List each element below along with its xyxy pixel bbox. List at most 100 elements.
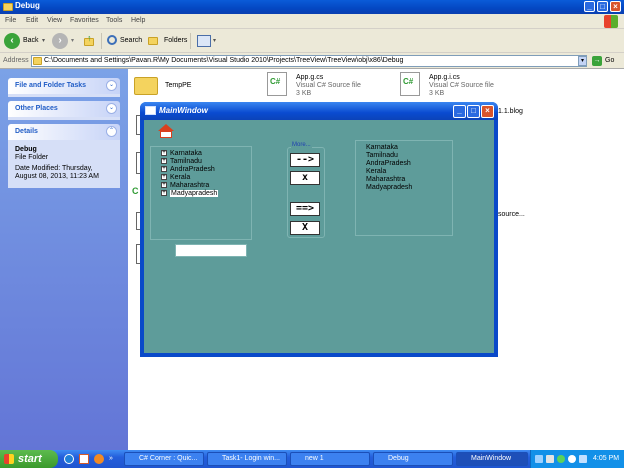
taskbar-button[interactable]: Task1- Login win... [207, 452, 287, 466]
address-label: Address [3, 57, 29, 64]
maximize-button[interactable]: □ [597, 1, 608, 12]
menu-favorites[interactable]: Favorites [70, 17, 99, 24]
tree-item[interactable]: + Kerala [161, 174, 190, 181]
tree-item[interactable]: + Maharashtra [161, 182, 209, 189]
details-type: File Folder [15, 154, 49, 161]
panel-footer [8, 94, 120, 97]
file-size-app-g-i-cs: 3 KB [429, 90, 445, 97]
clock[interactable]: 4:05 PM [593, 455, 619, 462]
close-button[interactable]: × [481, 105, 494, 118]
file-name-temppe[interactable]: TempPE [165, 82, 191, 89]
list-item[interactable]: AndraPradesh [366, 160, 411, 167]
expand-icon[interactable]: + [161, 174, 167, 181]
menu-tools[interactable]: Tools [106, 17, 122, 24]
views-icon[interactable] [197, 35, 211, 47]
details-header[interactable]: Details ⌃ [8, 124, 120, 140]
search-button[interactable]: Search [120, 37, 142, 44]
expand-icon[interactable]: + [161, 150, 167, 157]
tray-icon[interactable] [579, 455, 587, 463]
csharp-file-icon[interactable]: C [132, 186, 139, 196]
file-name-source-partial[interactable]: source... [498, 211, 525, 218]
chevron-down-icon[interactable]: ⌄ [106, 80, 117, 91]
tree-item[interactable]: + Tamilnadu [161, 158, 202, 165]
chevron-down-icon[interactable]: ⌄ [106, 103, 117, 114]
maximize-button[interactable]: □ [467, 105, 480, 118]
move-all-button[interactable]: ==> [290, 202, 320, 216]
tree-item-selected[interactable]: + Madyapradesh [161, 190, 219, 197]
mail-icon[interactable] [79, 454, 89, 464]
file-item-temppe[interactable] [134, 73, 158, 95]
address-value: C:\Documents and Settings\Pavan.R\My Doc… [44, 57, 404, 64]
list-item[interactable]: Tamilnadu [366, 152, 398, 159]
back-dropdown-icon[interactable]: ▾ [42, 37, 45, 44]
go-arrow-icon[interactable]: → [592, 56, 602, 66]
back-label[interactable]: Back [23, 37, 39, 44]
expand-icon[interactable]: + [161, 166, 167, 173]
forward-dropdown-icon[interactable]: ▾ [71, 37, 74, 44]
other-places-header[interactable]: Other Places ⌄ [8, 101, 120, 117]
menu-file[interactable]: File [5, 17, 16, 24]
remove-one-button[interactable]: x [290, 171, 320, 185]
file-name-app-g-cs[interactable]: App.g.cs [296, 74, 323, 81]
expand-icon[interactable]: + [161, 182, 167, 189]
remove-all-button[interactable]: X [290, 221, 320, 235]
file-name-app-g-i-cs[interactable]: App.g.i.cs [429, 74, 460, 81]
toolbar-separator-2 [190, 33, 191, 49]
tree-item-label: Karnataka [170, 150, 202, 157]
up-folder-icon[interactable]: ↑ [83, 33, 97, 48]
folders-button[interactable]: Folders [164, 37, 187, 44]
close-button[interactable]: × [610, 1, 621, 12]
minimize-button[interactable]: _ [584, 1, 595, 12]
views-dropdown-icon[interactable]: ▾ [213, 37, 216, 44]
address-input[interactable]: C:\Documents and Settings\Pavan.R\My Doc… [31, 55, 587, 67]
list-item[interactable]: Kerala [366, 168, 386, 175]
move-one-button[interactable]: --> [290, 153, 320, 167]
main-window-title-bar[interactable]: MainWindow _ □ × [140, 102, 498, 120]
system-tray: 4:05 PM [530, 450, 624, 468]
csharp-file-icon[interactable]: C# [267, 72, 287, 96]
explorer-title-bar[interactable]: Debug _ □ × [0, 0, 624, 14]
quicklaunch-more-icon[interactable]: » [109, 455, 113, 462]
go-button[interactable]: Go [605, 57, 614, 64]
taskbar-button-label: Task1- Login win... [222, 455, 280, 462]
forward-arrow-icon[interactable]: › [52, 33, 68, 49]
list-item[interactable]: Maharashtra [366, 176, 405, 183]
menu-help[interactable]: Help [131, 17, 145, 24]
tree-item[interactable]: + Karnataka [161, 150, 202, 157]
tree-item[interactable]: + AndraPradesh [161, 166, 215, 173]
network-icon[interactable] [535, 455, 543, 463]
chevron-up-icon[interactable]: ⌃ [106, 126, 117, 137]
list-item[interactable]: Karnataka [366, 144, 398, 151]
tree-view[interactable]: + Karnataka + Tamilnadu + AndraPradesh + Ker… [150, 146, 252, 240]
main-window: MainWindow _ □ × + Karnataka + Tamilnadu +… [140, 102, 498, 357]
list-item[interactable]: Madyapradesh [366, 184, 412, 191]
search-icon[interactable] [107, 35, 117, 45]
taskbar-button[interactable]: new 1 [290, 452, 370, 466]
window-icon [145, 106, 156, 115]
menu-edit[interactable]: Edit [26, 17, 38, 24]
browser-icon[interactable] [64, 454, 74, 464]
minimize-button[interactable]: _ [453, 105, 466, 118]
csharp-file-icon[interactable]: C# [400, 72, 420, 96]
taskbar-button-label: new 1 [305, 455, 324, 462]
text-input[interactable] [175, 244, 247, 257]
address-dropdown-icon[interactable]: ▾ [578, 56, 587, 66]
tray-icon[interactable] [546, 455, 554, 463]
start-button[interactable]: start [0, 450, 58, 468]
file-name-blog-partial[interactable]: 1.1.blog [498, 108, 523, 115]
volume-icon[interactable] [568, 455, 576, 463]
taskbar-button[interactable]: C# Corner : Quic... [124, 452, 204, 466]
taskbar-button[interactable]: Debug [373, 452, 453, 466]
back-arrow-icon[interactable]: ‹ [4, 33, 20, 49]
tray-icon[interactable] [557, 455, 565, 463]
panel-footer [8, 117, 120, 120]
expand-icon[interactable]: + [161, 190, 167, 197]
media-icon[interactable] [94, 454, 104, 464]
menu-view[interactable]: View [47, 17, 62, 24]
folders-icon[interactable] [148, 37, 158, 45]
expand-icon[interactable]: + [161, 158, 167, 165]
file-folder-tasks-header[interactable]: File and Folder Tasks ⌄ [8, 78, 120, 94]
task-pane: File and Folder Tasks ⌄ Other Places ⌄ D… [0, 69, 128, 450]
taskbar-button-active[interactable]: MainWindow [456, 452, 528, 466]
home-icon[interactable] [157, 124, 175, 139]
